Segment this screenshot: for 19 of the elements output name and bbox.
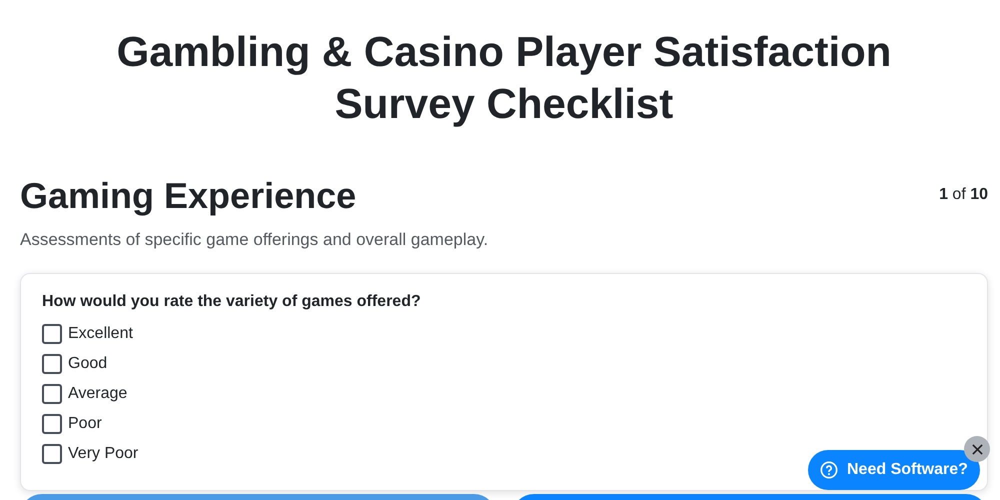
question-text: How would you rate the variety of games offered?	[42, 293, 422, 311]
checkbox[interactable]	[42, 414, 62, 434]
question-icon	[820, 461, 838, 479]
option-label[interactable]: Good	[68, 355, 108, 373]
close-icon	[972, 444, 982, 454]
page-counter: 1 of 10	[939, 186, 988, 204]
section-heading: Gaming Experience	[20, 174, 356, 218]
page-title: Gambling & Casino Player Satisfaction Survey Checklist	[116, 27, 892, 129]
help-button[interactable]: Need Software?	[808, 450, 980, 490]
option-label[interactable]: Excellent	[68, 325, 133, 343]
checkbox[interactable]	[42, 444, 62, 464]
option-label[interactable]: Average	[68, 385, 128, 403]
option-label[interactable]: Very Poor	[68, 445, 138, 463]
checkbox[interactable]	[42, 384, 62, 404]
checkbox[interactable]	[42, 354, 62, 374]
checkbox[interactable]	[42, 324, 62, 344]
section-description: Assessments of specific game offerings and overall gameplay.	[20, 230, 490, 250]
option-label[interactable]: Poor	[68, 415, 102, 433]
close-button[interactable]	[964, 436, 990, 462]
